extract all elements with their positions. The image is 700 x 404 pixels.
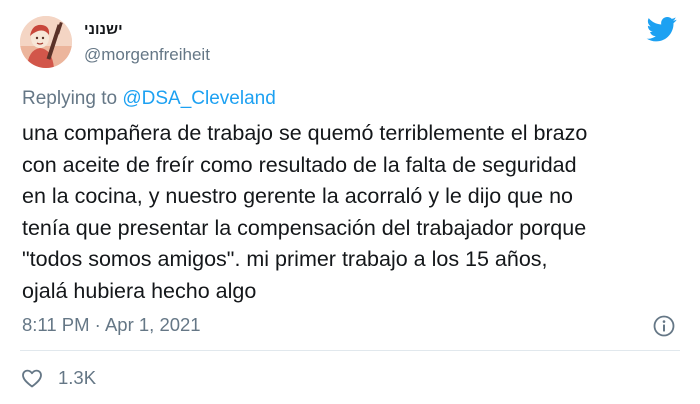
replying-to: Replying to @DSA_Cleveland <box>22 87 276 111</box>
tweet-text-line: una compañera de trabajo se quemó terrib… <box>22 121 588 145</box>
replying-to-label: Replying to <box>22 88 118 109</box>
reply-mention-link[interactable]: @DSA_Cleveland <box>122 88 275 109</box>
tweet-timestamp[interactable]: 8:11 PM · Apr 1, 2021 <box>22 313 201 337</box>
tweet-text-line: ojalá hubiera hecho algo <box>22 278 257 303</box>
twitter-bird-icon[interactable] <box>645 14 679 44</box>
tweet-text-line: "todos somos amigos". mi primer trabajo … <box>22 247 548 271</box>
display-name[interactable]: ישנוני <box>84 20 123 40</box>
like-button[interactable]: 1.3K <box>20 364 96 392</box>
user-handle[interactable]: @morgenfreiheit <box>84 44 210 66</box>
avatar[interactable] <box>20 16 72 68</box>
tweet-text-line: tenía que presentar la compensación del … <box>22 215 587 240</box>
tweet-text: una compañera de trabajo se quemó terrib… <box>22 118 687 307</box>
divider <box>20 350 680 351</box>
like-count: 1.3K <box>58 367 97 388</box>
tweet-text-line: en la cocina, y nuestro gerente la acorr… <box>22 184 573 208</box>
tweet-card: ישנוני @morgenfreiheit Replying to @DSA_… <box>0 0 700 404</box>
info-icon[interactable] <box>652 314 676 338</box>
avatar-illustration <box>20 16 72 68</box>
tweet-text-line: con aceite de freír como resultado de la… <box>22 152 577 177</box>
heart-icon[interactable] <box>20 366 44 390</box>
